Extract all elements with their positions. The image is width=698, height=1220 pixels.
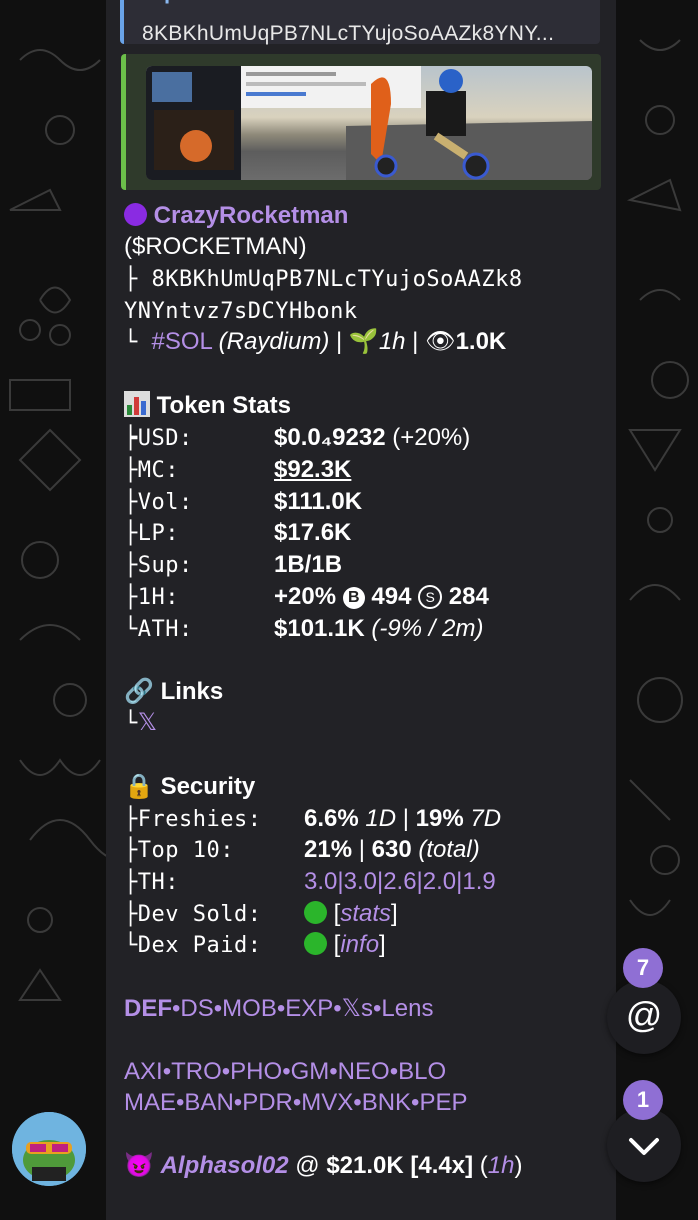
h1-buys: 494 (371, 583, 412, 610)
reply-title: Alpha Sol (142, 0, 600, 8)
link-def[interactable]: DEF (124, 995, 172, 1022)
tree-branch-icon: ├ (124, 267, 152, 292)
link-mae[interactable]: MAE (124, 1089, 176, 1116)
at-icon: @ (625, 994, 663, 1035)
token-ticker: ($ROCKETMAN) (124, 233, 307, 260)
buys-icon: B (342, 587, 365, 609)
green-circle-icon (304, 932, 327, 955)
link-chain-icon: 🔗 (124, 678, 154, 705)
chain-hashtag[interactable]: #SOL (152, 328, 212, 355)
seedling-icon: 🌱 (348, 328, 379, 355)
unread-badge: 1 (623, 1080, 663, 1120)
devil-icon: 😈 (124, 1152, 154, 1179)
token-name[interactable]: CrazyRocketman (154, 202, 349, 229)
links-row: └𝕏 (124, 709, 158, 736)
dex-info-link[interactable]: info (340, 931, 379, 958)
lock-icon: 🔒 (124, 773, 154, 800)
caller-mc: $21.0K (326, 1152, 404, 1179)
dex-name: (Raydium) (218, 328, 330, 355)
quick-links-row2: AXI•TRO•PHO•GM•NEO•BLO (124, 1058, 447, 1085)
reply-preview[interactable]: Alpha Sol 8KBKhUmUqPB7NLcTYujoSoAAZk8YNY… (120, 0, 600, 45)
top-holders-links[interactable]: 3.0|3.0|2.6|2.0|1.9 (304, 868, 496, 895)
mentions-button[interactable]: @ (607, 980, 681, 1054)
link-pdr[interactable]: PDR (242, 1089, 293, 1116)
link-exp[interactable]: EXP (285, 995, 333, 1022)
sec-row-top10: ├Top 10: 21% | 630 (total) (124, 836, 480, 863)
ath-detail: (-9% / 2m) (371, 615, 484, 642)
sec-row-freshies: ├Freshies: 6.6% 1D | 19% 7D (124, 805, 502, 832)
h1-change: +20% (274, 583, 337, 610)
caller-row: 😈 Alphasol02 @ $21.0K [4.4x] (1h) (124, 1152, 523, 1179)
link-bnk[interactable]: BNK (362, 1089, 411, 1116)
stat-row-lp: ├LP: $17.6K (124, 519, 352, 546)
eye-icon: 👁 (425, 328, 456, 355)
ath-value: $101.1K (274, 615, 365, 642)
usd-change: (+20%) (392, 424, 471, 451)
link-blo[interactable]: BLO (398, 1058, 446, 1085)
stat-row-1h: ├1H: +20% B 494 S 284 (124, 583, 489, 610)
token-stats-header: Token Stats (124, 390, 291, 422)
link-axi[interactable]: AXI (124, 1058, 163, 1085)
green-circle-icon (304, 901, 327, 924)
stat-row-ath: └ATH: $101.1K (-9% / 2m) (124, 615, 484, 642)
mentions-badge: 7 (623, 948, 663, 988)
link-pho[interactable]: PHO (230, 1058, 282, 1085)
stat-row-usd: ┝USD: $0.0₄9232 (+20%) (124, 424, 471, 451)
link-lens[interactable]: Lens (381, 995, 433, 1022)
link-mvx[interactable]: MVX (301, 1089, 353, 1116)
link-neo[interactable]: NEO (338, 1058, 390, 1085)
liquidity-value: $17.6K (274, 519, 352, 546)
token-address-row2[interactable]: YNYntvz7sDCYHbonk (124, 296, 358, 328)
token-address-row1[interactable]: ├ 8KBKhUmUqPB7NLcTYujoSoAAZk8 (124, 264, 523, 296)
link-gm[interactable]: GM (291, 1058, 330, 1085)
volume-value: $111.0K (274, 488, 363, 515)
security-header: 🔒 Security (124, 773, 256, 800)
sec-row-devsold: ├Dev Sold: [stats] (124, 900, 398, 927)
links-header: 🔗 Links (124, 678, 224, 705)
purple-circle-icon (124, 203, 147, 226)
quick-links-row3: MAE•BAN•PDR•MVX•BNK•PEP (124, 1089, 468, 1116)
stat-row-supply: ├Sup: 1B/1B (124, 551, 343, 578)
caller-name[interactable]: Alphasol02 (161, 1152, 289, 1179)
stat-row-mc: ├MC: $92.3K (124, 456, 352, 483)
dev-stats-link[interactable]: stats (340, 900, 391, 927)
sells-icon: S (418, 585, 443, 609)
x-link[interactable]: 𝕏 (138, 709, 157, 736)
quick-links-row1: DEF•DS•MOB•EXP•𝕏s•Lens (124, 995, 434, 1022)
token-stats-title: Token Stats (156, 392, 291, 419)
market-cap-link[interactable]: $92.3K (274, 456, 351, 483)
link-tro[interactable]: TRO (171, 1058, 222, 1085)
usd-price: $0.0₄9232 (274, 424, 386, 451)
caller-time: 1h (487, 1152, 515, 1179)
bar-chart-icon (124, 391, 150, 417)
link-ban[interactable]: BAN (184, 1089, 233, 1116)
caller-multiple: [4.4x] (410, 1152, 474, 1179)
sec-row-dexpaid: └Dex Paid: [info] (124, 931, 386, 958)
token-age: 1h (378, 328, 406, 355)
sender-avatar[interactable] (12, 1112, 86, 1186)
link-xs[interactable]: 𝕏s (342, 995, 373, 1022)
supply-value: 1B/1B (274, 551, 343, 578)
sec-row-th: ├TH: 3.0|3.0|2.6|2.0|1.9 (124, 868, 496, 895)
link-pep[interactable]: PEP (419, 1089, 467, 1116)
h1-sells: 284 (448, 583, 489, 610)
reply-address: 8KBKhUmUqPB7NLcTYujoSoAAZk8YNY... (142, 22, 555, 45)
preview-image[interactable] (146, 66, 592, 180)
token-meta-row: └ #SOL (Raydium) | 🌱1h | 👁1.0K (124, 328, 507, 355)
token-name-row: CrazyRocketman (124, 200, 348, 232)
token-views: 1.0K (455, 328, 507, 355)
tree-end-icon: └ (124, 330, 152, 355)
stat-row-vol: ├Vol: $111.0K (124, 488, 363, 515)
link-mob[interactable]: MOB (222, 995, 277, 1022)
link-preview[interactable] (121, 54, 601, 190)
link-ds[interactable]: DS (180, 995, 213, 1022)
